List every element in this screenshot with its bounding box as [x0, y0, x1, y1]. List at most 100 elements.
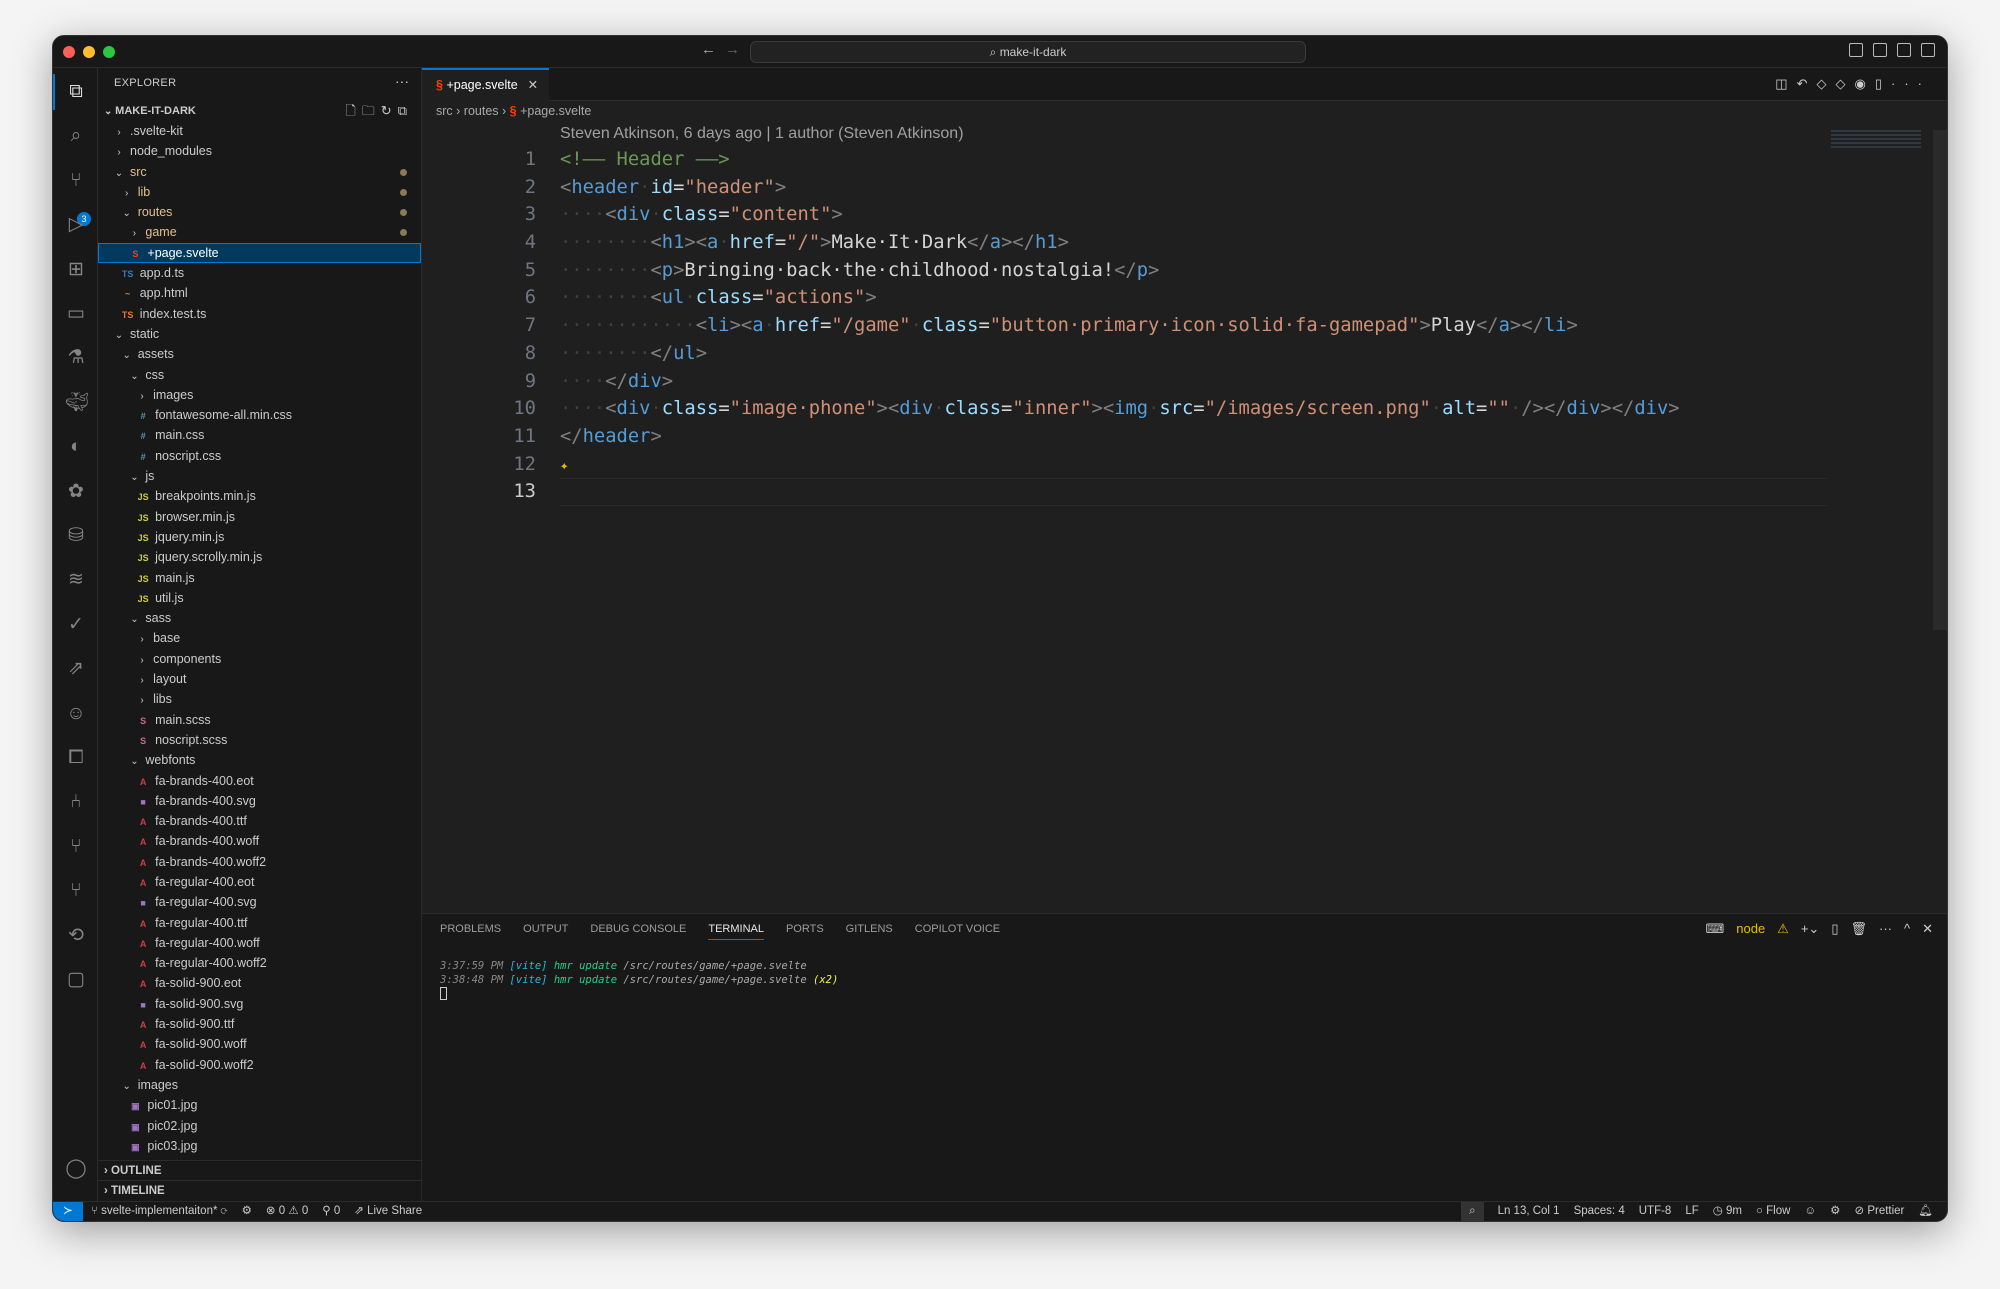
- trash-icon[interactable]: 🗑: [1850, 921, 1867, 937]
- split-editor-icon[interactable]: ▯: [1875, 76, 1891, 91]
- tree-item[interactable]: JS jquery.scrolly.min.js: [98, 547, 421, 567]
- tree-item[interactable]: › components: [98, 649, 421, 669]
- remote-icon[interactable]: ≻: [53, 1202, 83, 1221]
- gitlens-icon[interactable]: ◐: [65, 436, 87, 458]
- paw-icon[interactable]: ✿: [65, 481, 87, 503]
- tree-item[interactable]: TS app.d.ts: [98, 263, 421, 283]
- tree-item[interactable]: Smain.scss: [98, 710, 421, 730]
- split-terminal-icon[interactable]: ▯: [1831, 921, 1838, 937]
- run-debug-icon[interactable]: ▷: [65, 214, 87, 236]
- search-icon[interactable]: ⌕: [65, 125, 87, 147]
- copilot-icon[interactable]: ☺: [65, 703, 87, 725]
- tree-item[interactable]: ⌄ css: [98, 365, 421, 385]
- forward-arrow-icon[interactable]: →: [725, 41, 740, 58]
- remote-explorer-icon[interactable]: ▭: [65, 303, 87, 325]
- tree-item[interactable]: ⌄ images: [98, 1075, 421, 1095]
- tree-item[interactable]: › base: [98, 628, 421, 648]
- prettier-status[interactable]: ⊘ Prettier: [1854, 1202, 1904, 1221]
- flow-status[interactable]: ○ Flow: [1756, 1202, 1790, 1221]
- tree-item[interactable]: Afa-solid-900.woff2: [98, 1055, 421, 1075]
- tree-item[interactable]: # fontawesome-all.min.css: [98, 405, 421, 425]
- minimap[interactable]: [1831, 130, 1921, 150]
- tree-item[interactable]: › lib: [98, 182, 421, 202]
- tree-item[interactable]: Afa-solid-900.woff: [98, 1034, 421, 1054]
- back-arrow-icon[interactable]: ←: [701, 41, 716, 58]
- panel-tab-gitlens[interactable]: GITLENS: [846, 923, 893, 940]
- tree-item[interactable]: › images: [98, 385, 421, 405]
- terminal-shell-name[interactable]: node: [1736, 921, 1765, 937]
- tree-item[interactable]: ⌄ js: [98, 466, 421, 486]
- terminal-output[interactable]: 3:37:59 PM [vite] hmr update /src/routes…: [440, 959, 845, 1004]
- testing-icon[interactable]: ⚗: [65, 347, 87, 369]
- tree-item[interactable]: JS browser.min.js: [98, 507, 421, 527]
- eol[interactable]: LF: [1685, 1202, 1698, 1221]
- tree-item[interactable]: Snoscript.scss: [98, 730, 421, 750]
- panel-tab-output[interactable]: OUTPUT: [523, 923, 568, 940]
- new-folder-icon[interactable]: 🗀: [362, 103, 381, 118]
- tree-item[interactable]: Afa-brands-400.eot: [98, 771, 421, 791]
- cursor-position[interactable]: Ln 13, Col 1: [1498, 1202, 1560, 1221]
- tree-item[interactable]: ■ fa-regular-400.svg: [98, 892, 421, 912]
- panel-tab-copilot-voice[interactable]: COPILOT VOICE: [915, 923, 1000, 940]
- tree-item[interactable]: Afa-solid-900.eot: [98, 973, 421, 993]
- live-share-status[interactable]: ⇗ Live Share: [354, 1202, 422, 1221]
- outline-section[interactable]: › OUTLINE: [98, 1160, 421, 1180]
- tree-item[interactable]: › .svelte-kit: [98, 121, 421, 141]
- indentation[interactable]: Spaces: 4: [1574, 1202, 1625, 1221]
- panel-tab-terminal[interactable]: TERMINAL: [708, 923, 764, 940]
- toggle-panel-icon[interactable]: [1873, 43, 1887, 57]
- git-blame-annotation[interactable]: Steven Atkinson, 6 days ago | 1 author (…: [560, 125, 964, 143]
- open-changes-icon[interactable]: ◫: [1775, 76, 1796, 91]
- tree-item[interactable]: ⌄ sass: [98, 608, 421, 628]
- tree-item[interactable]: JS jquery.min.js: [98, 527, 421, 547]
- toggle-secondary-sidebar-icon[interactable]: [1897, 43, 1911, 57]
- tree-item[interactable]: ~ app.html: [98, 283, 421, 303]
- branch-status[interactable]: ⑂ svelte-implementaiton* ⟳: [91, 1202, 228, 1221]
- copilot-status-icon[interactable]: ☺: [1804, 1202, 1816, 1221]
- tree-item[interactable]: Afa-brands-400.woff2: [98, 852, 421, 872]
- customize-layout-icon[interactable]: [1921, 43, 1935, 57]
- tree-item[interactable]: TS index.test.ts: [98, 304, 421, 324]
- collapse-all-icon[interactable]: ⧉: [398, 103, 413, 118]
- git-graph-icon[interactable]: ⑃: [65, 791, 87, 813]
- tab-page-svelte[interactable]: § +page.svelte ✕: [422, 68, 549, 101]
- files-icon[interactable]: ⧉: [65, 81, 87, 103]
- tree-item[interactable]: # noscript.css: [98, 446, 421, 466]
- terminal-icon[interactable]: ⌨: [1705, 921, 1724, 937]
- tree-item[interactable]: JS breakpoints.min.js: [98, 486, 421, 506]
- prev-change-icon[interactable]: ◇: [1817, 76, 1836, 91]
- branch-alt-icon[interactable]: ⑂: [65, 880, 87, 902]
- settings-status-icon[interactable]: ⚙: [1830, 1202, 1840, 1221]
- debug-icon[interactable]: ⚙: [242, 1202, 252, 1221]
- more-actions-icon[interactable]: ···: [395, 73, 409, 89]
- notifications-icon[interactable]: 🔔︎: [1918, 1202, 1933, 1221]
- more-icon[interactable]: ···: [1891, 76, 1931, 91]
- problems-status[interactable]: ⊗ 0 ⚠ 0: [266, 1202, 308, 1221]
- maximize-panel-icon[interactable]: ^: [1904, 921, 1910, 937]
- project-header[interactable]: ⌄ MAKE-IT-DARK 🗋🗀↻⧉: [98, 101, 421, 121]
- tree-item[interactable]: › node_modules: [98, 141, 421, 161]
- editor-scrollbar[interactable]: [1933, 130, 1947, 630]
- check-shield-icon[interactable]: ✓: [65, 614, 87, 636]
- branch-icon[interactable]: ⑂: [65, 836, 87, 858]
- git-back-icon[interactable]: ↶: [1797, 76, 1817, 91]
- tree-item[interactable]: ⌄ assets: [98, 344, 421, 364]
- chat-icon[interactable]: ▢: [65, 969, 87, 991]
- close-tab-icon[interactable]: ✕: [528, 78, 538, 92]
- close-window-button[interactable]: [63, 46, 75, 58]
- tree-item[interactable]: # main.css: [98, 425, 421, 445]
- copilot-icon[interactable]: ◉: [1855, 76, 1875, 91]
- tree-item[interactable]: Afa-regular-400.woff: [98, 933, 421, 953]
- tree-item[interactable]: ⌄ static: [98, 324, 421, 344]
- tree-item[interactable]: ▣ pic01.jpg: [98, 1095, 421, 1115]
- more-icon[interactable]: ···: [1879, 921, 1892, 937]
- source-control-icon[interactable]: ⑂: [65, 170, 87, 192]
- docker-icon[interactable]: 🐳︎: [65, 392, 89, 414]
- panel-tab-ports[interactable]: PORTS: [786, 923, 824, 940]
- tree-item[interactable]: ⌄ src: [98, 162, 421, 182]
- time-status[interactable]: ◷ 9m: [1713, 1202, 1742, 1221]
- tree-item[interactable]: S +page.svelte: [98, 242, 421, 264]
- panel-tab-debug-console[interactable]: DEBUG CONSOLE: [590, 923, 686, 940]
- tree-item[interactable]: ■ fa-brands-400.svg: [98, 791, 421, 811]
- tree-item[interactable]: JS main.js: [98, 568, 421, 588]
